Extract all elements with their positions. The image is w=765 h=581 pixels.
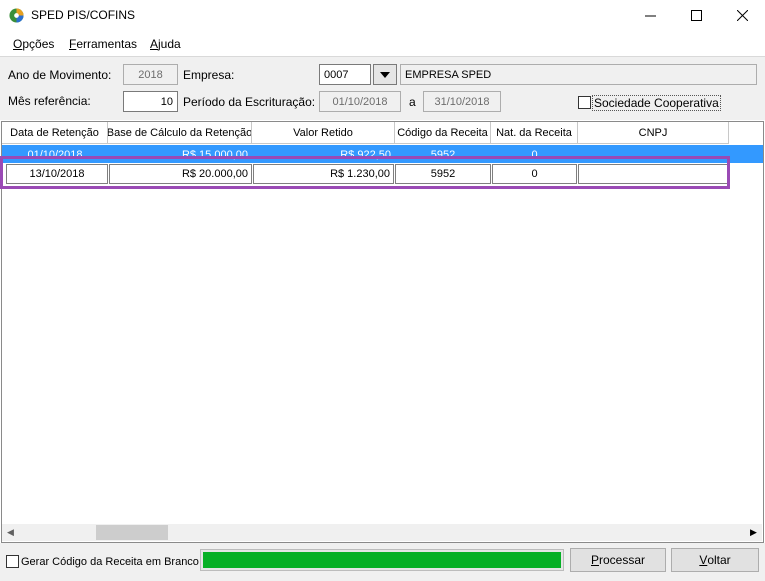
scrollbar-thumb[interactable] bbox=[96, 525, 168, 540]
empresa-name-field: EMPRESA SPED bbox=[400, 64, 757, 85]
highlight-box bbox=[0, 156, 730, 189]
minimize-button[interactable] bbox=[627, 0, 673, 31]
progress-bar bbox=[200, 549, 564, 571]
scroll-right-icon[interactable]: ▶ bbox=[745, 524, 762, 541]
periodo-end-field: 31/10/2018 bbox=[423, 91, 501, 112]
gerar-checkbox[interactable] bbox=[6, 555, 19, 568]
col-header-cnpj[interactable]: CNPJ bbox=[578, 122, 729, 144]
menu-ajuda[interactable]: Ajuda bbox=[150, 37, 181, 51]
periodo-sep: a bbox=[409, 95, 416, 109]
processar-button[interactable]: Processar bbox=[570, 548, 666, 572]
cooperativa-checkbox[interactable] bbox=[578, 96, 591, 109]
ano-field[interactable]: 2018 bbox=[123, 64, 178, 85]
mes-field[interactable]: 10 bbox=[123, 91, 178, 112]
col-header-codigo[interactable]: Código da Receita bbox=[395, 122, 491, 144]
menu-ferramentas[interactable]: Ferramentas bbox=[69, 37, 137, 51]
window-title: SPED PIS/COFINS bbox=[31, 8, 136, 22]
chevron-down-icon bbox=[380, 71, 390, 78]
col-header-valor[interactable]: Valor Retido bbox=[252, 122, 395, 144]
empresa-code-field[interactable]: 0007 bbox=[319, 64, 371, 85]
app-icon bbox=[9, 8, 24, 23]
maximize-button[interactable] bbox=[673, 0, 719, 31]
horizontal-scrollbar[interactable]: ◀ ▶ bbox=[2, 524, 762, 541]
periodo-start-field: 01/10/2018 bbox=[319, 91, 401, 112]
voltar-button[interactable]: Voltar bbox=[671, 548, 759, 572]
col-header-nat[interactable]: Nat. da Receita bbox=[491, 122, 578, 144]
menu-bar: Opções Ferramentas Ajuda bbox=[0, 33, 765, 54]
progress-fill bbox=[203, 552, 561, 568]
col-header-data[interactable]: Data de Retenção bbox=[2, 122, 108, 144]
close-button[interactable] bbox=[719, 0, 765, 31]
menu-opcoes[interactable]: Opções bbox=[13, 37, 54, 51]
ano-label: Ano de Movimento: bbox=[8, 68, 112, 82]
col-header-base[interactable]: Base de Cálculo da Retenção bbox=[108, 122, 252, 144]
title-bar: SPED PIS/COFINS bbox=[0, 0, 765, 31]
periodo-label: Período da Escrituração: bbox=[183, 95, 316, 109]
mes-label: Mês referência: bbox=[8, 94, 91, 108]
gerar-label[interactable]: Gerar Código da Receita em Branco bbox=[21, 556, 199, 568]
close-icon bbox=[736, 10, 748, 21]
empresa-dropdown-button[interactable] bbox=[373, 64, 397, 85]
maximize-icon bbox=[690, 10, 702, 21]
scroll-left-icon[interactable]: ◀ bbox=[2, 524, 19, 541]
minimize-icon bbox=[644, 15, 656, 17]
cooperativa-label[interactable]: Sociedade Cooperativa bbox=[592, 95, 721, 111]
empresa-label: Empresa: bbox=[183, 68, 235, 82]
